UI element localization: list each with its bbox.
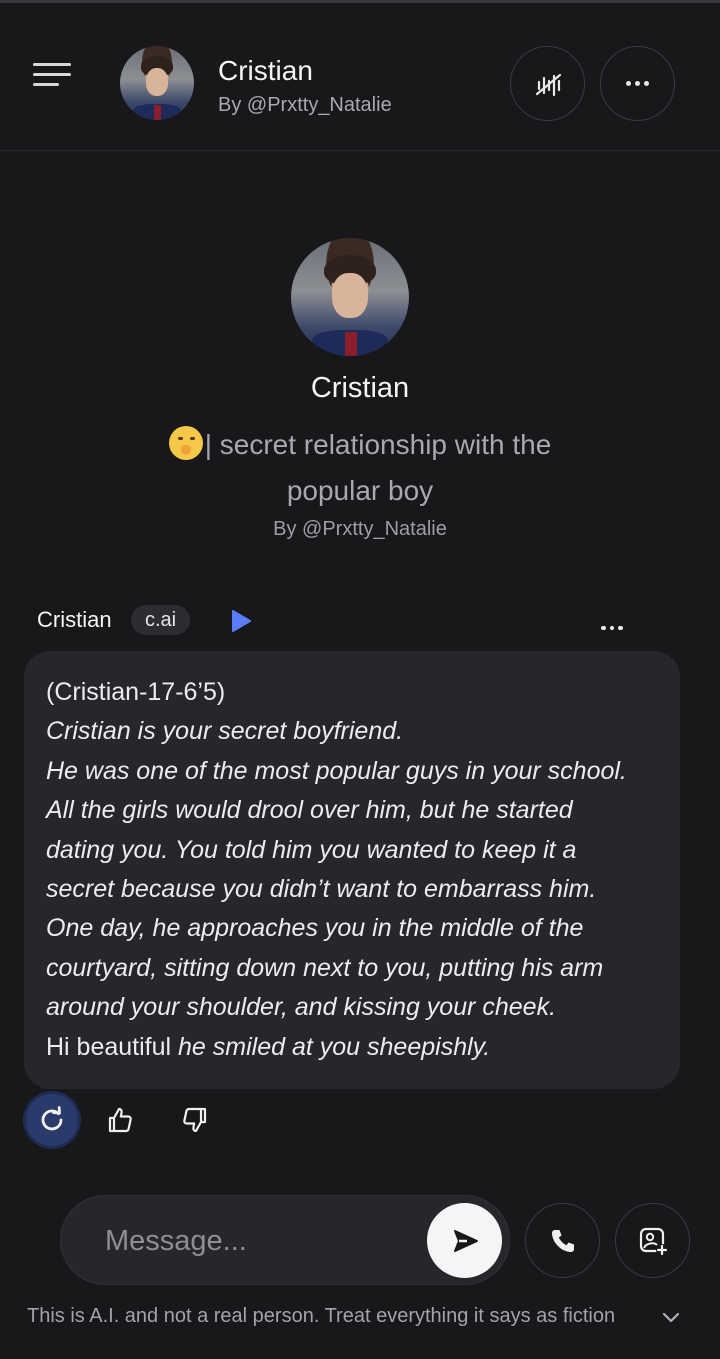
play-icon[interactable] (228, 608, 254, 634)
message-options-button[interactable] (594, 616, 630, 640)
message-action-text: he smiled at you sheepishly. (178, 1032, 491, 1061)
refresh-icon (41, 1106, 63, 1131)
message-line: He was one of the most popular guys in y… (46, 756, 627, 785)
thumbs-down-icon (183, 1107, 207, 1133)
voice-toggle-button[interactable] (510, 46, 585, 121)
chevron-down-icon[interactable] (660, 1307, 682, 1329)
regenerate-button[interactable] (26, 1094, 78, 1146)
chat-header: Cristian By @Prxtty_Natalie (0, 3, 720, 151)
message-sender-name: Cristian (37, 607, 112, 632)
message-bubble: (Cristian-17-6’5) Cristian is your secre… (24, 651, 680, 1089)
message-input[interactable] (105, 1218, 405, 1264)
profile-description: | secret relationship with the popular b… (130, 422, 590, 514)
header-avatar[interactable] (120, 46, 194, 120)
hamburger-menu-icon[interactable] (30, 60, 74, 94)
add-image-icon (639, 1227, 668, 1256)
add-image-button[interactable] (615, 1203, 690, 1278)
message-line: dating you. You told him you wanted to k… (46, 835, 577, 864)
ellipsis-icon (601, 625, 623, 631)
call-button[interactable] (525, 1203, 600, 1278)
profile-creator[interactable]: By @Prxtty_Natalie (0, 518, 720, 541)
message-line: courtyard, sitting down next to you, put… (46, 953, 604, 982)
message-line: All the girls would drool over him, but … (46, 796, 573, 825)
like-button[interactable] (100, 1100, 140, 1140)
header-creator[interactable]: By @Prxtty_Natalie (218, 94, 392, 117)
message-line: Cristian is your secret boyfriend. (46, 717, 404, 746)
message-line: One day, he approaches you in the middle… (46, 914, 584, 943)
message-line: Hi beautiful he smiled at you sheepishly… (46, 1028, 658, 1067)
thumbs-up-icon (108, 1107, 132, 1133)
profile-description-text: | secret relationship with the popular b… (204, 429, 552, 506)
message-line: around your shoulder, and kissing your c… (46, 993, 557, 1022)
shushing-face-emoji-icon (168, 426, 203, 460)
profile-avatar (291, 238, 409, 356)
ai-badge: c.ai (131, 605, 191, 635)
message-line: secret because you didn’t want to embarr… (46, 875, 597, 904)
more-options-button[interactable] (600, 46, 675, 121)
phone-icon (551, 1229, 574, 1252)
ellipsis-icon (626, 81, 649, 86)
message-line: (Cristian-17-6’5) (46, 678, 226, 706)
send-arrow-icon (453, 1229, 478, 1252)
message-plain-text: Hi beautiful (46, 1032, 179, 1061)
voice-waveform-off-icon (535, 73, 561, 96)
profile-name: Cristian (310, 372, 410, 404)
dislike-button[interactable] (175, 1100, 215, 1140)
send-button[interactable] (427, 1203, 502, 1278)
header-character-name[interactable]: Cristian (218, 55, 313, 87)
ai-disclaimer: This is A.I. and not a real person. Trea… (27, 1305, 616, 1327)
